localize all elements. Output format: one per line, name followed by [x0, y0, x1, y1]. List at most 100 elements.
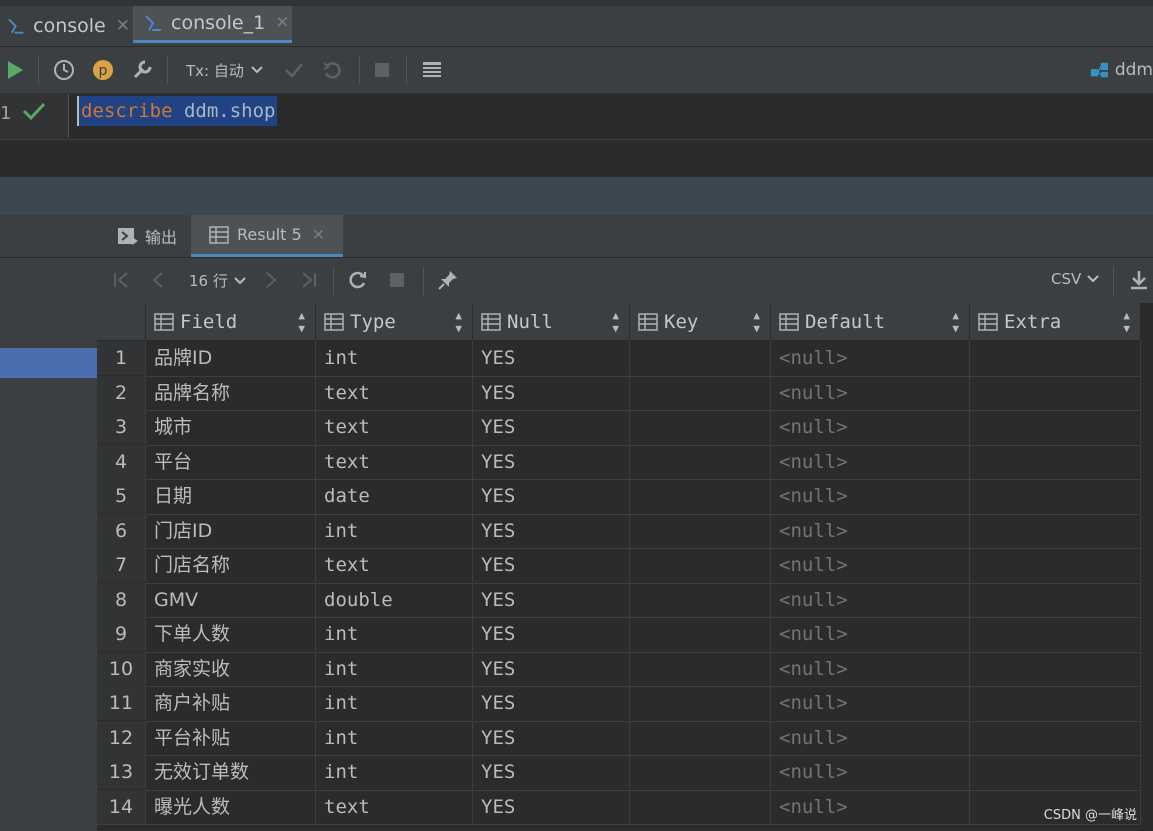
previous-page-icon[interactable]: [151, 272, 165, 288]
explain-plan-button[interactable]: p: [91, 58, 115, 82]
default-cell[interactable]: <null>: [771, 789, 970, 824]
default-cell[interactable]: <null>: [771, 651, 970, 686]
extra-cell[interactable]: [970, 341, 1141, 375]
column-header-default[interactable]: Default ▲ ▼: [771, 303, 970, 341]
key-cell[interactable]: [630, 375, 771, 410]
null-cell[interactable]: YES: [473, 755, 630, 789]
field-cell[interactable]: 平台补贴: [146, 720, 316, 755]
tree-selected-item[interactable]: [0, 348, 97, 378]
default-cell[interactable]: <null>: [771, 513, 970, 548]
tx-mode-dropdown[interactable]: Tx: 自动: [186, 58, 266, 82]
key-cell[interactable]: [630, 444, 771, 479]
row-number-cell[interactable]: 13: [97, 755, 146, 789]
null-cell[interactable]: YES: [473, 410, 630, 444]
null-cell[interactable]: YES: [473, 582, 630, 617]
run-button[interactable]: [4, 58, 26, 82]
field-cell[interactable]: 商户补贴: [146, 686, 316, 720]
key-cell[interactable]: [630, 617, 771, 651]
default-cell[interactable]: <null>: [771, 479, 970, 513]
last-page-icon[interactable]: [299, 272, 317, 288]
type-cell[interactable]: date: [316, 479, 473, 513]
field-cell[interactable]: 平台: [146, 444, 316, 479]
row-count-dropdown[interactable]: 16 行: [189, 270, 247, 291]
vertical-scrollbar[interactable]: [1141, 303, 1153, 831]
commit-button[interactable]: [283, 58, 305, 82]
default-cell[interactable]: <null>: [771, 720, 970, 755]
sort-icon[interactable]: ▲ ▼: [298, 309, 305, 335]
column-header-key[interactable]: Key ▲ ▼: [630, 303, 771, 341]
table-row[interactable]: 9 下单人数 int YES <null>: [97, 617, 1141, 653]
key-cell[interactable]: [630, 548, 771, 582]
key-cell[interactable]: [630, 513, 771, 548]
type-cell[interactable]: int: [316, 720, 473, 755]
null-cell[interactable]: YES: [473, 720, 630, 755]
null-cell[interactable]: YES: [473, 513, 630, 548]
editor-empty-area[interactable]: [0, 139, 1153, 178]
extra-cell[interactable]: [970, 617, 1141, 651]
table-row[interactable]: 12 平台补贴 int YES <null>: [97, 720, 1141, 756]
sort-icon[interactable]: ▲ ▼: [455, 309, 462, 335]
rollback-button[interactable]: [321, 58, 343, 82]
sql-statement[interactable]: describe ddm.shop: [77, 96, 278, 126]
field-cell[interactable]: 品牌ID: [146, 341, 316, 375]
column-header-type[interactable]: Type ▲ ▼: [316, 303, 473, 341]
key-cell[interactable]: [630, 686, 771, 720]
default-cell[interactable]: <null>: [771, 755, 970, 789]
default-cell[interactable]: <null>: [771, 582, 970, 617]
field-cell[interactable]: GMV: [146, 582, 316, 617]
close-icon[interactable]: ✕: [312, 225, 325, 244]
extra-cell[interactable]: [970, 410, 1141, 444]
null-cell[interactable]: YES: [473, 651, 630, 686]
key-cell[interactable]: [630, 582, 771, 617]
null-cell[interactable]: YES: [473, 444, 630, 479]
type-cell[interactable]: int: [316, 341, 473, 375]
field-cell[interactable]: 下单人数: [146, 617, 316, 651]
type-cell[interactable]: text: [316, 444, 473, 479]
column-header-extra[interactable]: Extra ▲ ▼: [970, 303, 1141, 341]
extra-cell[interactable]: [970, 375, 1141, 410]
table-row[interactable]: 4 平台 text YES <null>: [97, 444, 1141, 480]
column-header-field[interactable]: Field ▲ ▼: [146, 303, 316, 341]
extra-cell[interactable]: [970, 720, 1141, 755]
extra-cell[interactable]: [970, 444, 1141, 479]
null-cell[interactable]: YES: [473, 789, 630, 824]
field-cell[interactable]: 门店ID: [146, 513, 316, 548]
stop-button[interactable]: [372, 58, 392, 82]
tab-console[interactable]: console ✕: [0, 6, 130, 46]
close-icon[interactable]: ✕: [275, 13, 289, 33]
null-cell[interactable]: YES: [473, 375, 630, 410]
default-cell[interactable]: <null>: [771, 410, 970, 444]
table-row[interactable]: 5 日期 date YES <null>: [97, 479, 1141, 515]
field-cell[interactable]: 城市: [146, 410, 316, 444]
type-cell[interactable]: double: [316, 582, 473, 617]
extra-cell[interactable]: [970, 651, 1141, 686]
row-number-cell[interactable]: 10: [97, 651, 146, 686]
next-page-icon[interactable]: [264, 272, 278, 288]
type-cell[interactable]: int: [316, 617, 473, 651]
tab-output[interactable]: 输出: [117, 215, 177, 257]
table-row[interactable]: 7 门店名称 text YES <null>: [97, 548, 1141, 584]
sort-icon[interactable]: ▲ ▼: [1123, 309, 1130, 335]
stop-icon[interactable]: [389, 272, 405, 288]
field-cell[interactable]: 商家实收: [146, 651, 316, 686]
type-cell[interactable]: int: [316, 651, 473, 686]
extra-cell[interactable]: [970, 755, 1141, 789]
table-row[interactable]: 1 品牌ID int YES <null>: [97, 341, 1141, 377]
row-number-cell[interactable]: 11: [97, 686, 146, 720]
history-button[interactable]: [52, 58, 76, 82]
row-number-cell[interactable]: 7: [97, 548, 146, 582]
row-number-cell[interactable]: 2: [97, 375, 146, 410]
type-cell[interactable]: int: [316, 755, 473, 789]
default-cell[interactable]: <null>: [771, 617, 970, 651]
key-cell[interactable]: [630, 789, 771, 824]
sort-icon[interactable]: ▲ ▼: [612, 309, 619, 335]
table-row[interactable]: 10 商家实收 int YES <null>: [97, 651, 1141, 687]
datasource-selector[interactable]: ddm: [1090, 58, 1153, 82]
sort-icon[interactable]: ▲ ▼: [952, 309, 959, 335]
row-number-cell[interactable]: 1: [97, 341, 146, 375]
null-cell[interactable]: YES: [473, 686, 630, 720]
extra-cell[interactable]: [970, 686, 1141, 720]
table-row[interactable]: 14 曝光人数 text YES <null>: [97, 789, 1141, 825]
row-number-cell[interactable]: 9: [97, 617, 146, 651]
table-row[interactable]: 2 品牌名称 text YES <null>: [97, 375, 1141, 411]
